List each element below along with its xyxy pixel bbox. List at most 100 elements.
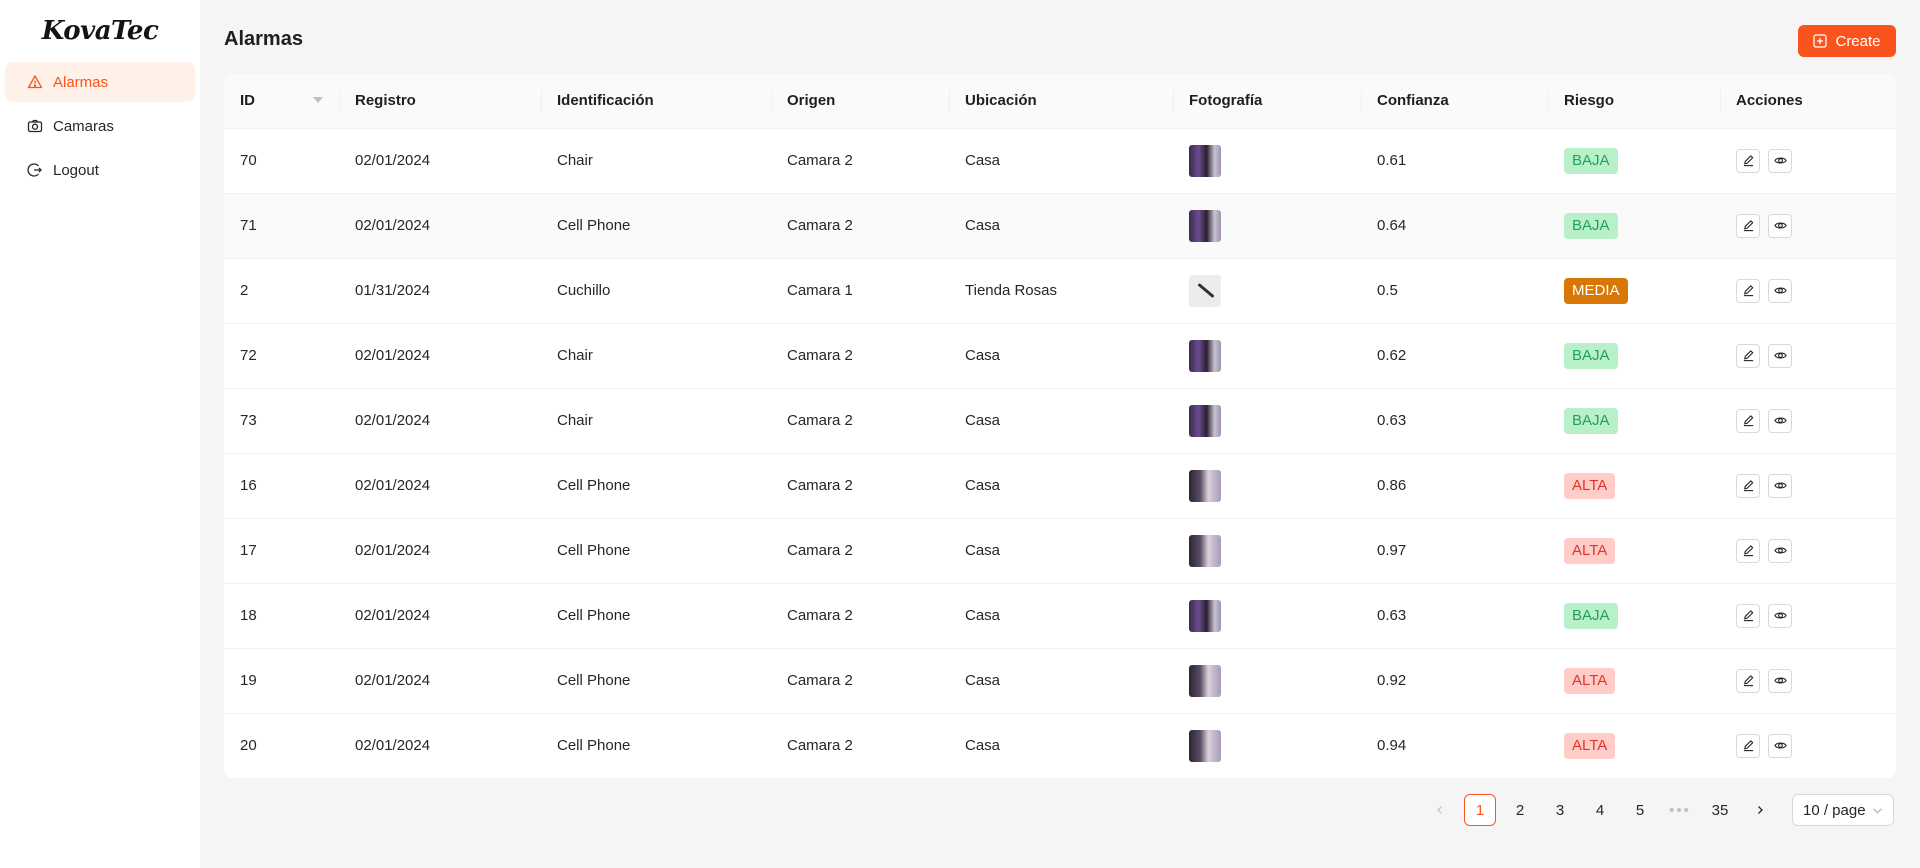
table-row[interactable]: 70 02/01/2024 Chair Camara 2 Casa 0.61 BAJA: [224, 128, 1896, 194]
sidebar-item-alarmas[interactable]: Alarmas: [5, 62, 195, 102]
page-3-button[interactable]: 3: [1544, 794, 1576, 826]
view-button[interactable]: [1768, 278, 1792, 303]
edit-icon: [1742, 609, 1755, 622]
photo-thumbnail[interactable]: [1189, 274, 1221, 307]
page-2-button[interactable]: 2: [1504, 794, 1536, 826]
cell-id: 17: [224, 518, 339, 584]
cell-fotografia: [1173, 713, 1361, 778]
column-header-acciones: Acciones: [1720, 74, 1896, 129]
cell-identificacion: Cell Phone: [557, 737, 631, 755]
edit-button[interactable]: [1736, 733, 1760, 758]
cell-acciones: [1720, 713, 1896, 778]
cell-ubicacion: Casa: [949, 648, 1173, 714]
page-size-value: 10 / page: [1803, 801, 1866, 819]
photo-thumbnail[interactable]: [1189, 209, 1221, 242]
photo-thumbnail[interactable]: [1189, 729, 1221, 762]
page-size-select[interactable]: 10 / page: [1792, 794, 1894, 826]
photo-thumbnail[interactable]: [1189, 339, 1221, 372]
photo-thumbnail[interactable]: [1189, 664, 1221, 697]
table-row[interactable]: 2 01/31/2024 Cuchillo Camara 1 Tienda Rosas 0…: [224, 258, 1896, 324]
cell-fotografia: [1173, 518, 1361, 584]
table-row[interactable]: 18 02/01/2024 Cell Phone Camara 2 Casa 0.63 BA…: [224, 583, 1896, 649]
table-row[interactable]: 73 02/01/2024 Chair Camara 2 Casa 0.63 BAJA: [224, 388, 1896, 454]
page-1-button[interactable]: 1: [1464, 794, 1496, 826]
edit-button[interactable]: [1736, 538, 1760, 563]
edit-button[interactable]: [1736, 408, 1760, 433]
view-button[interactable]: [1768, 603, 1792, 628]
cell-fotografia: [1173, 323, 1361, 389]
photo-thumbnail[interactable]: [1189, 599, 1221, 632]
cell-registro: 02/01/2024: [339, 388, 541, 454]
table-row[interactable]: 19 02/01/2024 Cell Phone Camara 2 Casa 0.92 AL…: [224, 648, 1896, 714]
view-button[interactable]: [1768, 148, 1792, 173]
table-row[interactable]: 20 02/01/2024 Cell Phone Camara 2 Casa 0.94 AL…: [224, 713, 1896, 778]
app-logo[interactable]: KovaTec: [0, 0, 200, 62]
edit-button[interactable]: [1736, 213, 1760, 238]
view-button[interactable]: [1768, 213, 1792, 238]
prev-page-button[interactable]: [1424, 794, 1456, 826]
edit-button[interactable]: [1736, 343, 1760, 368]
sidebar-item-camaras[interactable]: Camaras: [5, 106, 195, 146]
cell-ubicacion: Casa: [949, 583, 1173, 649]
photo-thumbnail[interactable]: [1189, 144, 1221, 177]
eye-icon: [1773, 674, 1787, 687]
cell-ubicacion: Casa: [949, 323, 1173, 389]
cell-fotografia: [1173, 388, 1361, 454]
view-button[interactable]: [1768, 538, 1792, 563]
table-header-row: ID Registro Identificación Origen Ubicac…: [224, 74, 1896, 129]
edit-icon: [1742, 414, 1755, 427]
eye-icon: [1773, 479, 1787, 492]
photo-thumbnail[interactable]: [1189, 404, 1221, 437]
cell-origen: Camara 2: [787, 737, 853, 755]
cell-acciones: [1720, 258, 1896, 324]
column-header-fotografia: Fotografía: [1173, 74, 1361, 129]
page-5-button[interactable]: 5: [1624, 794, 1656, 826]
logout-icon: [27, 162, 43, 178]
cell-ubicacion: Casa: [949, 453, 1173, 519]
cell-origen: Camara 2: [771, 193, 949, 259]
sort-down-icon[interactable]: [313, 97, 323, 103]
column-header-origen: Origen: [771, 74, 949, 129]
risk-badge: ALTA: [1564, 732, 1616, 759]
photo-thumbnail[interactable]: [1189, 534, 1221, 567]
edit-icon: [1742, 544, 1755, 557]
cell-riesgo: BAJA: [1548, 583, 1720, 649]
cell-registro: 02/01/2024: [339, 453, 541, 519]
table-row[interactable]: 71 02/01/2024 Cell Phone Camara 2 Casa 0.64 BA…: [224, 193, 1896, 259]
cell-acciones: [1720, 518, 1896, 584]
photo-thumbnail[interactable]: [1189, 469, 1221, 502]
cell-ubicacion: Tienda Rosas: [949, 258, 1173, 324]
cell-origen: Camara 2: [771, 583, 949, 649]
cell-registro: 02/01/2024: [339, 518, 541, 584]
table-row[interactable]: 17 02/01/2024 Cell Phone Camara 2 Casa 0.97 AL…: [224, 518, 1896, 584]
table-row[interactable]: 72 02/01/2024 Chair Camara 2 Casa 0.62 BAJA: [224, 323, 1896, 389]
create-button[interactable]: Create: [1798, 25, 1896, 57]
risk-badge: BAJA: [1564, 212, 1618, 239]
edit-button[interactable]: [1736, 278, 1760, 303]
view-button[interactable]: [1768, 408, 1792, 433]
page-ellipsis[interactable]: •••: [1664, 794, 1696, 826]
view-button[interactable]: [1768, 733, 1792, 758]
sidebar-item-logout[interactable]: Logout: [5, 150, 195, 190]
edit-button[interactable]: [1736, 148, 1760, 173]
cell-riesgo: ALTA: [1548, 453, 1720, 519]
edit-button[interactable]: [1736, 668, 1760, 693]
view-button[interactable]: [1768, 668, 1792, 693]
warning-icon: [27, 74, 43, 90]
page-4-button[interactable]: 4: [1584, 794, 1616, 826]
create-button-label: Create: [1835, 32, 1881, 50]
page-last-button[interactable]: 35: [1704, 794, 1736, 826]
column-header-id[interactable]: ID: [224, 74, 339, 129]
view-button[interactable]: [1768, 473, 1792, 498]
cell-identificacion: Cell Phone: [541, 583, 771, 649]
view-button[interactable]: [1768, 343, 1792, 368]
plus-square-icon: [1813, 34, 1828, 48]
cell-origen: Camara 2: [771, 323, 949, 389]
edit-button[interactable]: [1736, 473, 1760, 498]
cell-riesgo: ALTA: [1548, 648, 1720, 714]
edit-button[interactable]: [1736, 603, 1760, 628]
table-row[interactable]: 16 02/01/2024 Cell Phone Camara 2 Casa 0.86 AL…: [224, 453, 1896, 519]
cell-acciones: [1720, 323, 1896, 389]
cell-confianza: 0.63: [1361, 583, 1548, 649]
next-page-button[interactable]: [1744, 794, 1776, 826]
